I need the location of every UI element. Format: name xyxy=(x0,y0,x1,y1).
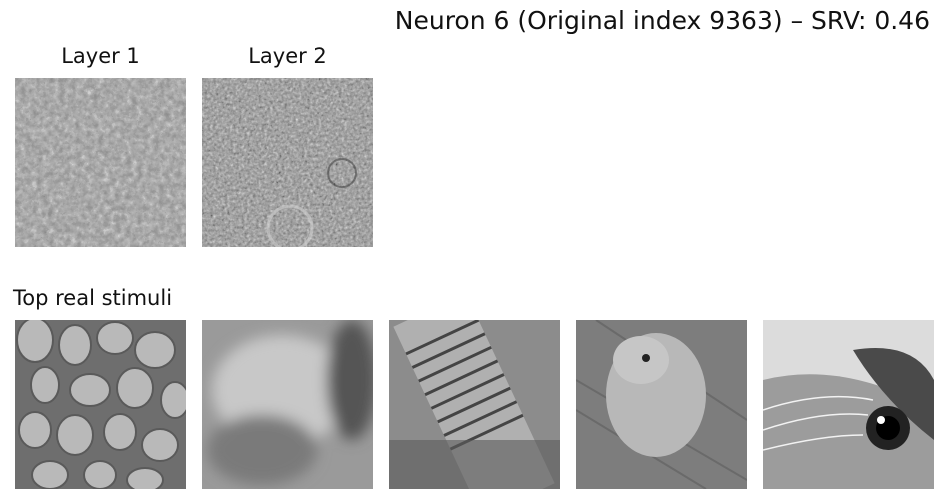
layer-2-label: Layer 2 xyxy=(248,44,327,68)
stimulus-image-hamster-blurry xyxy=(202,320,373,489)
stimulus-image-cat xyxy=(763,320,934,489)
stimulus-image-pebbles xyxy=(15,320,186,489)
stimulus-image-bottle xyxy=(389,320,560,489)
layer-2-image xyxy=(202,78,373,247)
top-stimuli-label: Top real stimuli xyxy=(13,286,173,310)
layer-1-image xyxy=(15,78,186,247)
figure-title: Neuron 6 (Original index 9363) – SRV: 0.… xyxy=(394,6,930,35)
stimulus-image-hamster-fabric xyxy=(576,320,747,489)
layer-1-label: Layer 1 xyxy=(61,44,140,68)
